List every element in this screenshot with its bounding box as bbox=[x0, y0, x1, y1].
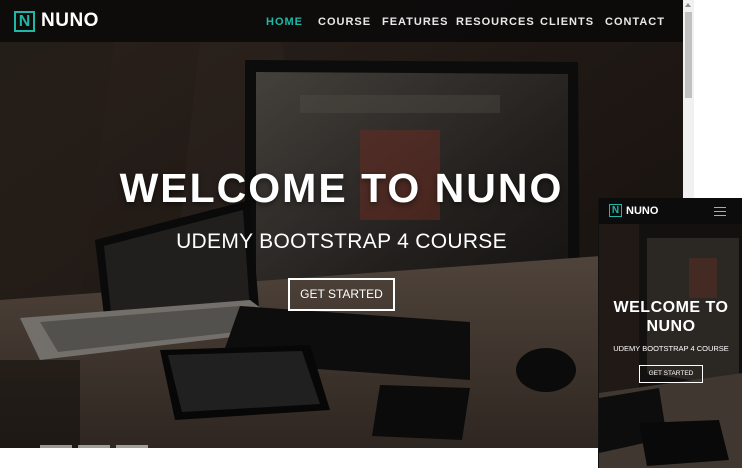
hero-background-image bbox=[0, 0, 683, 448]
vertical-scrollbar[interactable] bbox=[683, 0, 694, 198]
mobile-hero-subtitle: UDEMY BOOTSTRAP 4 COURSE bbox=[613, 344, 729, 353]
mobile-preview: N NUNO WELCOME TO NUNO UDEMY BOOTSTRAP 4… bbox=[598, 198, 742, 468]
nav-contact[interactable]: CONTACT bbox=[605, 16, 665, 28]
carousel-indicator[interactable] bbox=[78, 445, 110, 448]
mobile-hero-title: WELCOME TO NUNO bbox=[599, 298, 742, 336]
navbar: N NUNO HOME COURSE FEATURES RESOURCES CL… bbox=[0, 0, 683, 42]
mobile-brand[interactable]: N NUNO bbox=[609, 204, 658, 217]
nav-course[interactable]: COURSE bbox=[318, 16, 371, 28]
desktop-preview: N NUNO HOME COURSE FEATURES RESOURCES CL… bbox=[0, 0, 683, 448]
nav-links: HOME COURSE FEATURES RESOURCES CLIENTS C… bbox=[0, 16, 683, 30]
hero-title: WELCOME TO NUNO bbox=[119, 165, 564, 211]
mobile-navbar: N NUNO bbox=[599, 198, 742, 224]
scroll-up-arrow-icon[interactable] bbox=[685, 3, 691, 7]
nav-features[interactable]: FEATURES bbox=[382, 16, 448, 28]
mobile-hero-title-line1: WELCOME TO bbox=[613, 299, 729, 316]
nav-clients[interactable]: CLIENTS bbox=[540, 16, 594, 28]
carousel-indicator[interactable] bbox=[40, 445, 72, 448]
mobile-get-started-button[interactable]: GET STARTED bbox=[639, 365, 703, 383]
get-started-button[interactable]: GET STARTED bbox=[288, 278, 395, 311]
mobile-brand-logo-icon: N bbox=[609, 204, 622, 217]
hero-subtitle: UDEMY BOOTSTRAP 4 COURSE bbox=[176, 230, 507, 253]
carousel-indicators bbox=[0, 445, 160, 448]
mobile-hero-title-line2: NUNO bbox=[646, 318, 696, 335]
carousel-indicator[interactable] bbox=[116, 445, 148, 448]
scrollbar-thumb[interactable] bbox=[685, 12, 692, 98]
nav-resources[interactable]: RESOURCES bbox=[456, 16, 535, 28]
mobile-brand-name: NUNO bbox=[626, 204, 659, 217]
hamburger-menu-icon[interactable] bbox=[712, 205, 730, 217]
nav-home[interactable]: HOME bbox=[266, 16, 303, 28]
